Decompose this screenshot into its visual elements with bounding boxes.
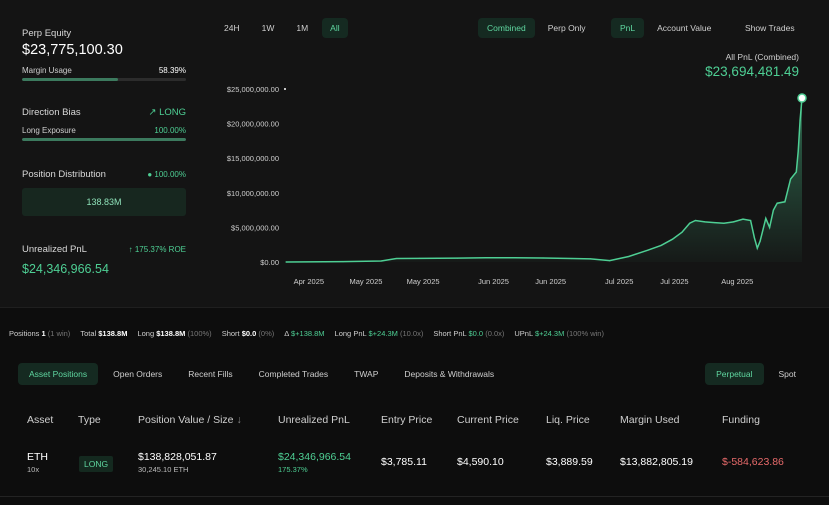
summary-total: Total $138.8M [80,329,128,338]
x-tick-label: Jun 2025 [535,277,566,286]
y-tick-label: $15,000,000.00 [227,154,279,163]
pnl-area [286,98,802,262]
row-entry-price: $3,785.11 [381,456,427,468]
pnl-data-point [769,226,771,228]
y-tick-label: $0.00 [260,258,279,267]
tab-deposits-withdrawals[interactable]: Deposits & Withdrawals [393,363,505,385]
row-liq-price: $3,889.59 [546,456,593,468]
summary-short: Short $0.0 (0%) [221,329,275,338]
pnl-data-point [628,255,630,258]
position-type-badge: LONG [79,456,114,472]
pnl-data-point [704,221,706,223]
pnl-data-point [542,257,544,259]
pnl-data-point [609,260,611,262]
y-axis-marker [284,88,286,90]
y-tick-label: $5,000,000.00 [231,223,279,232]
pnl-data-point [342,260,344,263]
pnl-data-point [395,257,398,260]
x-tick-label: Jul 2025 [605,277,633,286]
pnl-data-point [513,257,516,259]
row-funding: $-584,623.86 [722,456,784,468]
pnl-data-point [660,244,662,246]
pnl-data-point [689,222,691,224]
x-tick-label: May 2025 [350,277,383,286]
x-tick-label: Jul 2025 [660,277,688,286]
header-entry-price[interactable]: Entry Price [381,414,432,426]
pnl-data-point [772,209,775,211]
pnl-data-point [753,237,755,239]
market-tabs: Perpetual Spot [705,363,807,385]
pnl-data-point [799,119,801,121]
summary-positions: Positions 1 (1 win) [9,329,71,338]
row-unrealized-pnl: $24,346,966.54 [278,451,351,463]
pnl-data-point [759,240,761,242]
tab-perpetual[interactable]: Perpetual [705,363,764,385]
pnl-data-point [694,219,696,222]
positions-summary: Positions 1 (1 win) Total $138.8M Long $… [9,329,604,338]
pnl-data-point [797,150,799,152]
section-tabs: Asset Positions Open Orders Recent Fills… [18,363,505,385]
header-position-value[interactable]: Position Value / Size ↓ [138,414,242,426]
pnl-data-point [789,178,792,180]
tab-twap[interactable]: TWAP [343,363,389,385]
pnl-data-point [456,257,458,259]
y-tick-label: $20,000,000.00 [227,120,279,129]
header-asset[interactable]: Asset [27,414,53,426]
pnl-data-point [485,257,487,259]
y-tick-label: $25,000,000.00 [227,85,279,94]
x-tick-label: Aug 2025 [721,277,753,286]
pnl-chart: $0.00 $5,000,000.00 $10,000,000.00 $15,000,… [227,85,807,286]
row-margin-used: $13,882,805.19 [620,456,693,468]
pnl-data-point [776,202,778,204]
header-funding[interactable]: Funding [722,414,760,426]
pnl-data-point [732,221,735,223]
pnl-data-point [681,231,683,233]
header-liq-price[interactable]: Liq. Price [546,414,590,426]
summary-upnl: UPnL $+24.3M (100% win) [514,329,604,338]
pnl-data-point [749,219,752,222]
x-tick-label: Jun 2025 [478,277,509,286]
position-size: 30,245.10 ETH [138,465,189,474]
sort-down-icon[interactable]: ↓ [236,414,241,426]
summary-long: Long $138.8M (100%) [137,329,212,338]
latest-value-marker[interactable] [797,93,807,103]
asset-name: ETH [27,451,48,463]
row-unrealized-pct: 175.37% [278,465,308,474]
pnl-data-point [285,261,287,263]
pnl-data-point [756,247,758,249]
x-tick-label: May 2025 [407,277,440,286]
header-unrealized-pnl[interactable]: Unrealized PnL [278,414,350,426]
header-type[interactable]: Type [78,414,101,426]
pnl-data-point [671,238,674,240]
pnl-data-point [795,171,797,173]
tab-spot[interactable]: Spot [768,363,808,385]
header-margin-used[interactable]: Margin Used [620,414,680,426]
pnl-data-point [713,221,716,224]
pnl-data-point [590,258,592,260]
tab-asset-positions[interactable]: Asset Positions [18,363,99,385]
row-current-price: $4,590.10 [457,456,504,468]
summary-delta: Δ $+138.8M [284,329,325,338]
asset-leverage: 10x [27,465,40,474]
tab-completed-trades[interactable]: Completed Trades [248,363,339,385]
x-tick-label: Apr 2025 [294,277,324,286]
pnl-data-point [784,201,786,203]
y-tick-label: $10,000,000.00 [227,189,279,198]
summary-long-pnl: Long PnL $+24.3M (10.0x) [334,329,424,338]
tab-recent-fills[interactable]: Recent Fills [177,363,243,385]
pnl-data-point [418,257,420,260]
header-current-price[interactable]: Current Price [457,414,519,426]
pnl-data-point [742,218,744,220]
pnl-data-point [647,249,649,251]
tab-open-orders[interactable]: Open Orders [102,363,173,385]
summary-short-pnl: Short PnL $0.0 (0.0x) [433,329,505,338]
position-value: $138,828,051.87 [138,451,217,463]
pnl-data-point [571,257,573,260]
pnl-data-point [380,260,382,262]
pnl-data-point [765,217,767,220]
overview-panel: Perp Equity $23,775,100.30 Margin Usage … [0,0,829,308]
pnl-data-point [723,222,725,224]
row-divider [0,496,829,497]
